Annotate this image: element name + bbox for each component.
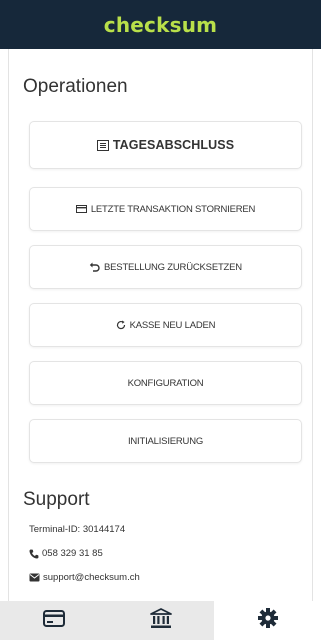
phone-icon xyxy=(29,549,39,559)
configuration-button[interactable]: KONFIGURATION xyxy=(29,361,302,405)
initialization-label: INITIALISIERUNG xyxy=(127,435,204,447)
reload-register-button[interactable]: KASSE NEU LADEN xyxy=(29,303,302,347)
terminal-id-text: Terminal-ID: 30144174 xyxy=(29,524,125,535)
support-title: Support xyxy=(23,489,90,510)
support-email[interactable]: support@checksum.ch xyxy=(29,572,140,583)
app-header: checksum xyxy=(0,0,321,49)
support-phone[interactable]: 058 329 31 85 xyxy=(29,548,103,559)
settings-gear-icon xyxy=(257,607,279,634)
terminal-id-value: Terminal-ID: 30144174 xyxy=(29,524,126,535)
envelope-icon xyxy=(29,573,40,582)
initialization-button[interactable]: INITIALISIERUNG xyxy=(29,419,302,463)
tab-bank[interactable] xyxy=(107,601,214,640)
reset-order-button[interactable]: BESTELLUNG ZURÜCKSETZEN xyxy=(29,245,302,289)
brand-logo: checksum xyxy=(103,12,218,37)
bottom-navigation xyxy=(0,601,321,640)
tab-settings[interactable] xyxy=(214,601,321,640)
configuration-label: KONFIGURATION xyxy=(127,377,204,389)
cancel-last-transaction-button[interactable]: LETZTE TRANSAKTION STORNIEREN xyxy=(29,187,302,231)
operations-title: Operationen xyxy=(23,76,128,97)
card-icon xyxy=(42,609,65,632)
day-closing-button[interactable]: TAGESABSCHLUSS xyxy=(29,121,302,169)
settings-panel: Operationen TAGESABSCHLUSS LETZTE TRANSA… xyxy=(8,49,313,601)
day-closing-label: TAGESABSCHLUSS xyxy=(112,138,235,152)
reset-order-label: BESTELLUNG ZURÜCKSETZEN xyxy=(104,261,242,273)
tab-payment[interactable] xyxy=(0,601,107,640)
bank-icon xyxy=(149,607,172,634)
reload-register-label: KASSE NEU LADEN xyxy=(129,319,216,331)
report-icon xyxy=(96,139,109,151)
card-icon xyxy=(75,205,87,213)
reload-icon xyxy=(116,320,126,330)
undo-icon xyxy=(89,262,100,272)
cancel-last-transaction-label: LETZTE TRANSAKTION STORNIEREN xyxy=(90,203,256,215)
support-phone-value: 058 329 31 85 xyxy=(42,548,103,559)
support-email-value: support@checksum.ch xyxy=(43,572,140,583)
